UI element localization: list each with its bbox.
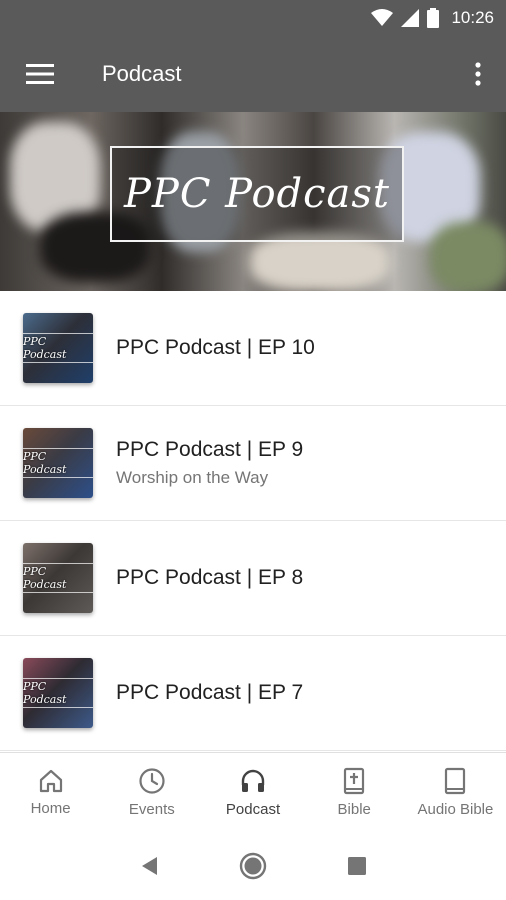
- book-icon: [445, 767, 466, 795]
- cell-signal-icon: [401, 9, 420, 27]
- more-vert-icon: [475, 62, 481, 86]
- back-icon[interactable]: [140, 856, 158, 876]
- recents-icon[interactable]: [347, 857, 366, 875]
- episode-thumbnail: PPC Podcast: [23, 658, 93, 728]
- nav-home[interactable]: Home: [0, 753, 101, 832]
- list-item[interactable]: PPC Podcast PPC Podcast | EP 9 Worship o…: [0, 406, 506, 521]
- nav-label: Audio Bible: [417, 801, 494, 818]
- hamburger-icon: [26, 64, 54, 84]
- nav-label: Home: [30, 800, 71, 817]
- episode-title: PPC Podcast | EP 10: [116, 336, 315, 359]
- episode-subtitle: Worship on the Way: [116, 468, 269, 487]
- thumbnail-label: PPC Podcast: [23, 563, 93, 593]
- nav-podcast[interactable]: Podcast: [202, 753, 303, 832]
- episode-title: PPC Podcast | EP 8: [116, 566, 304, 589]
- thumbnail-label: PPC Podcast: [23, 333, 93, 363]
- episode-title: PPC Podcast | EP 7: [116, 681, 304, 704]
- menu-button[interactable]: [0, 36, 80, 112]
- list-item[interactable]: PPC Podcast PPC Podcast | EP 7: [0, 636, 506, 751]
- banner-title: PPC Podcast: [124, 171, 390, 217]
- wifi-icon: [371, 9, 394, 26]
- episode-thumbnail: PPC Podcast: [23, 313, 93, 383]
- home-icon: [39, 769, 62, 793]
- system-navigation: [0, 832, 506, 900]
- thumbnail-label: PPC Podcast: [23, 448, 93, 478]
- battery-icon: [427, 8, 440, 28]
- episode-list: PPC Podcast PPC Podcast | EP 10 PPC Podc…: [0, 291, 506, 751]
- nav-audio-bible[interactable]: Audio Bible: [405, 753, 506, 832]
- home-circle-icon[interactable]: [239, 852, 267, 880]
- bible-icon: [344, 767, 365, 795]
- episode-thumbnail: PPC Podcast: [23, 543, 93, 613]
- headphones-icon: [241, 769, 265, 792]
- banner-title-frame: PPC Podcast: [110, 146, 404, 242]
- episode-thumbnail: PPC Podcast: [23, 428, 93, 498]
- list-item[interactable]: PPC Podcast PPC Podcast | EP 8: [0, 521, 506, 636]
- status-bar: 10:26: [0, 0, 506, 36]
- podcast-banner: PPC Podcast: [0, 112, 506, 291]
- nav-bible[interactable]: Bible: [304, 753, 405, 832]
- episode-title: PPC Podcast | EP 9: [116, 438, 304, 461]
- list-item[interactable]: PPC Podcast PPC Podcast | EP 10: [0, 291, 506, 406]
- nav-label: Events: [128, 801, 175, 818]
- clock-icon: [139, 768, 165, 794]
- nav-events[interactable]: Events: [101, 753, 202, 832]
- nav-label: Bible: [337, 801, 371, 818]
- nav-label: Podcast: [225, 801, 281, 818]
- overflow-menu-button[interactable]: [450, 36, 506, 112]
- bottom-navigation: Home Events Podcast Bible Audio Bible: [0, 752, 506, 832]
- status-time: 10:26: [451, 8, 494, 27]
- thumbnail-label: PPC Podcast: [23, 678, 93, 708]
- page-title: Podcast: [102, 61, 182, 86]
- app-bar: Podcast: [0, 36, 506, 112]
